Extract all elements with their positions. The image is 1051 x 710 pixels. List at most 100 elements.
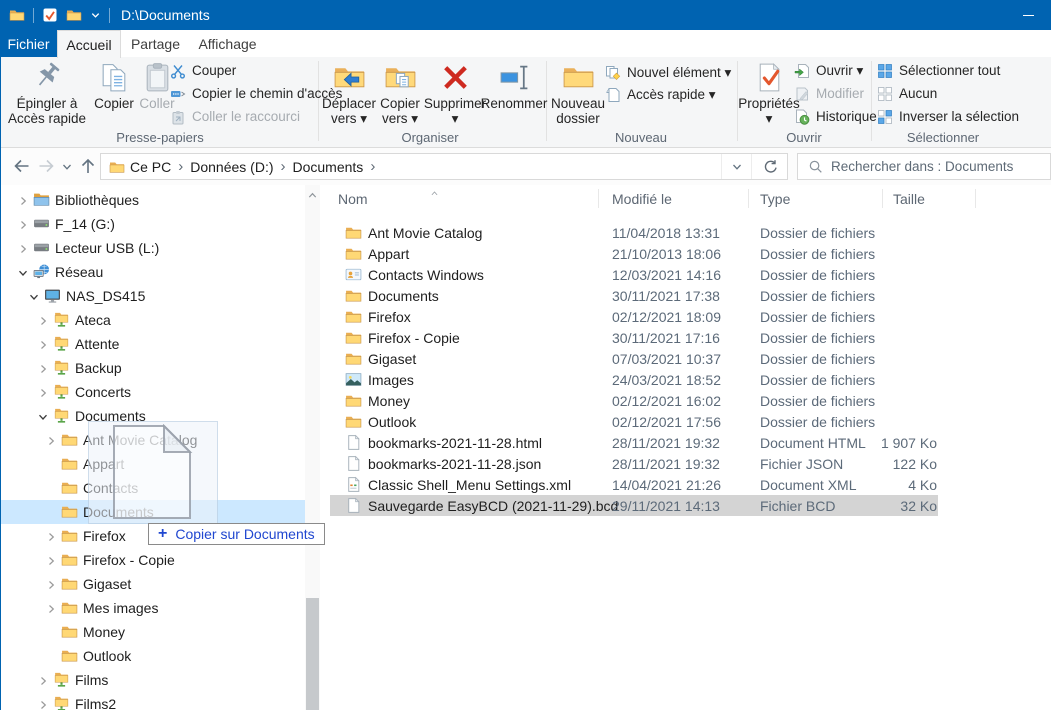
column-separator[interactable]	[882, 189, 883, 208]
quick-access-button[interactable]: Accès rapide ▾	[605, 84, 716, 105]
copy-button[interactable]: Copier	[92, 61, 136, 111]
up-button[interactable]	[78, 156, 98, 176]
expand-chevron-icon[interactable]	[45, 434, 57, 446]
tree-item[interactable]: NAS_DS415	[1, 284, 305, 308]
tree-item[interactable]: Firefox - Copie	[1, 548, 305, 572]
column-header-size[interactable]: Taille	[893, 191, 925, 207]
delete-button[interactable]: Supprimer▾	[426, 61, 484, 126]
expand-chevron-icon[interactable]	[37, 698, 49, 710]
expand-chevron-icon[interactable]	[37, 386, 49, 398]
expand-chevron-icon[interactable]	[37, 362, 49, 374]
tree-item[interactable]: F_14 (G:)	[1, 212, 305, 236]
collapse-chevron-icon[interactable]	[17, 266, 29, 278]
file-row[interactable]: Gigaset07/03/2021 10:37Dossier de fichie…	[330, 348, 938, 369]
tab-accueil[interactable]: Accueil	[57, 30, 121, 58]
tab-affichage[interactable]: Affichage	[190, 30, 265, 57]
cut-button[interactable]: Couper	[170, 60, 236, 81]
tree-item[interactable]: Mes images	[1, 596, 305, 620]
file-row[interactable]: Classic Shell_Menu Settings.xml14/04/202…	[330, 474, 938, 495]
tree-item[interactable]: Lecteur USB (L:)	[1, 236, 305, 260]
open-button[interactable]: Ouvrir ▾	[794, 60, 863, 81]
file-row[interactable]: bookmarks-2021-11-28.json28/11/2021 19:3…	[330, 453, 938, 474]
scroll-up-icon[interactable]	[307, 188, 318, 199]
minimize-button[interactable]	[1005, 0, 1051, 30]
address-bar[interactable]: Ce PC›Données (D:)›Documents›	[100, 153, 788, 180]
expand-chevron-icon[interactable]	[37, 338, 49, 350]
file-row[interactable]: Outlook02/12/2021 17:56Dossier de fichie…	[330, 411, 938, 432]
refresh-button[interactable]	[751, 154, 787, 179]
expand-chevron-icon[interactable]	[17, 242, 29, 254]
new-folder-button[interactable]: Nouveaudossier	[549, 61, 607, 126]
expand-chevron-icon[interactable]	[45, 602, 57, 614]
column-separator[interactable]	[598, 189, 599, 208]
select-none-button[interactable]: Aucun	[877, 83, 937, 104]
history-button[interactable]: Historique	[794, 106, 877, 127]
breadcrumb-chevron-icon[interactable]: ›	[368, 158, 377, 175]
tab-fichier[interactable]: Fichier	[0, 30, 57, 57]
expand-chevron-icon[interactable]	[17, 194, 29, 206]
tab-partage[interactable]: Partage	[121, 30, 190, 57]
tree-item[interactable]: Films2	[1, 692, 305, 710]
expand-chevron-icon[interactable]	[45, 554, 57, 566]
file-row[interactable]: Money02/12/2021 16:02Dossier de fichiers	[330, 390, 938, 411]
expand-chevron-icon[interactable]	[45, 578, 57, 590]
file-row[interactable]: Appart21/10/2013 18:06Dossier de fichier…	[330, 243, 938, 264]
breadcrumb-segment[interactable]: Ce PC	[125, 159, 176, 175]
tree-item[interactable]: Réseau	[1, 260, 305, 284]
file-row[interactable]: Firefox - Copie30/11/2021 17:16Dossier d…	[330, 327, 938, 348]
scrollbar-thumb[interactable]	[306, 598, 319, 710]
back-button[interactable]	[10, 156, 30, 176]
new-folder-quick-icon[interactable]	[66, 7, 82, 23]
tree-item[interactable]: Backup	[1, 356, 305, 380]
tree-item[interactable]: Ateca	[1, 308, 305, 332]
search-box[interactable]	[797, 153, 1051, 180]
address-dropdown-button[interactable]	[721, 154, 751, 179]
pin-to-quick-access-button[interactable]: Épingler àAccès rapide	[4, 61, 90, 126]
file-row[interactable]: bookmarks-2021-11-28.html28/11/2021 19:3…	[330, 432, 938, 453]
tree-scrollbar[interactable]	[305, 185, 320, 710]
file-row[interactable]: Documents30/11/2021 17:38Dossier de fich…	[330, 285, 938, 306]
breadcrumb-chevron-icon[interactable]: ›	[279, 158, 288, 175]
copy-path-button[interactable]: Copier le chemin d'accès	[170, 83, 342, 104]
tree-item[interactable]: Attente	[1, 332, 305, 356]
column-header-type[interactable]: Type	[760, 191, 790, 207]
tree-item[interactable]: Bibliothèques	[1, 188, 305, 212]
tree-item[interactable]: Outlook	[1, 644, 305, 668]
expand-chevron-icon[interactable]	[37, 674, 49, 686]
tree-item[interactable]: Films	[1, 668, 305, 692]
move-to-button[interactable]: Déplacervers ▾	[324, 61, 374, 126]
recent-locations-chevron-icon[interactable]	[61, 161, 73, 173]
rename-button[interactable]: Renommer	[483, 61, 545, 111]
breadcrumb-segment[interactable]: Documents	[288, 159, 369, 175]
tree-item[interactable]: Gigaset	[1, 572, 305, 596]
search-input[interactable]	[831, 159, 1050, 174]
breadcrumb-chevron-icon[interactable]: ›	[176, 158, 185, 175]
select-all-button[interactable]: Sélectionner tout	[877, 60, 1000, 81]
column-header-name[interactable]: Nom	[338, 191, 368, 207]
column-separator[interactable]	[975, 189, 976, 208]
file-row[interactable]: Ant Movie Catalog11/04/2018 13:31Dossier…	[330, 222, 938, 243]
tree-item[interactable]: Concerts	[1, 380, 305, 404]
expand-chevron-icon[interactable]	[45, 530, 57, 542]
file-row[interactable]: Contacts Windows12/03/2021 14:16Dossier …	[330, 264, 938, 285]
breadcrumb-segment[interactable]: Données (D:)	[185, 159, 278, 175]
forward-button[interactable]	[38, 156, 58, 176]
edit-button[interactable]: Modifier	[794, 83, 864, 104]
expand-chevron-icon[interactable]	[17, 218, 29, 230]
column-header-modified[interactable]: Modifié le	[612, 191, 672, 207]
file-row[interactable]: Images24/03/2021 18:52Dossier de fichier…	[330, 369, 938, 390]
file-row[interactable]: Sauvegarde EasyBCD (2021-11-29).bcd29/11…	[330, 495, 938, 516]
column-separator[interactable]	[748, 189, 749, 208]
properties-quick-icon[interactable]	[42, 7, 58, 23]
collapse-chevron-icon[interactable]	[28, 290, 40, 302]
file-row[interactable]: Firefox02/12/2021 18:09Dossier de fichie…	[330, 306, 938, 327]
invert-selection-button[interactable]: Inverser la sélection	[877, 106, 1019, 127]
customize-qat-chevron-icon[interactable]	[90, 7, 101, 23]
collapse-chevron-icon[interactable]	[37, 410, 49, 422]
new-item-button[interactable]: Nouvel élément ▾	[605, 62, 731, 83]
tree-item[interactable]: Money	[1, 620, 305, 644]
properties-button[interactable]: Propriétés▾	[741, 61, 797, 126]
explorer-window-icon[interactable]	[9, 7, 25, 23]
expand-chevron-icon[interactable]	[37, 314, 49, 326]
paste-shortcut-button[interactable]: Coller le raccourci	[170, 106, 300, 127]
